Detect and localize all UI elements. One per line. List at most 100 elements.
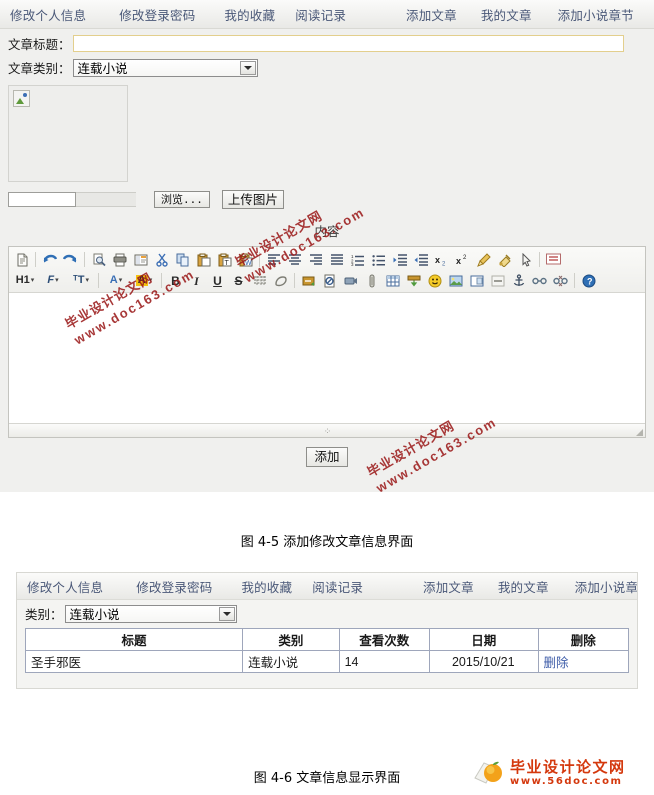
nav-edit-profile[interactable]: 修改个人信息 — [10, 5, 86, 24]
strike-button[interactable]: S — [229, 271, 248, 290]
svg-text:3: 3 — [351, 262, 354, 266]
nav-reading-history[interactable]: 阅读记录 — [312, 577, 363, 596]
editor-content-area[interactable] — [9, 293, 645, 423]
preview-icon[interactable] — [89, 250, 108, 269]
smiley-icon[interactable] — [425, 271, 444, 290]
insert-frame-icon[interactable] — [467, 271, 486, 290]
superscript-icon[interactable]: x2 — [453, 250, 472, 269]
background-color-button[interactable]: A ▾ — [131, 271, 157, 290]
paste-icon[interactable] — [194, 250, 213, 269]
submit-add-button[interactable]: 添加 — [306, 447, 348, 467]
link-icon[interactable] — [530, 271, 549, 290]
font-family-select[interactable]: F ▾ — [40, 271, 66, 290]
align-justify-icon[interactable] — [327, 250, 346, 269]
show-blocks-icon[interactable] — [544, 250, 563, 269]
nav-add-novel-chapter[interactable]: 添加小说章节 — [558, 5, 634, 24]
page-break-icon[interactable] — [320, 271, 339, 290]
insert-media-icon[interactable] — [299, 271, 318, 290]
font-size-select[interactable]: ᵀT ▾ — [68, 271, 94, 290]
editor-toolbar-row-1: T W 123 x2 x2 — [11, 249, 643, 270]
nav-my-articles[interactable]: 我的文章 — [481, 5, 532, 24]
article-title-label: 文章标题： — [8, 38, 71, 52]
browse-button[interactable]: 浏览... — [154, 191, 210, 208]
insert-image-icon[interactable] — [446, 271, 465, 290]
article-category-value: 连载小说 — [77, 62, 128, 76]
align-left-icon[interactable] — [264, 250, 283, 269]
top-navigation-bar: 修改个人信息 修改登录密码 我的收藏 阅读记录 添加文章 我的文章 添加小说章节 — [0, 0, 654, 29]
insert-flash-icon[interactable] — [341, 271, 360, 290]
editor-toolbar: T W 123 x2 x2 H1 ▾ F ▾ ᵀT ▾ A ▾ A ▾ B I … — [9, 247, 645, 293]
nav-change-password[interactable]: 修改登录密码 — [119, 5, 195, 24]
nav-add-novel-chapter[interactable]: 添加小说章节 — [575, 577, 637, 596]
editor-toolbar-row-2: H1 ▾ F ▾ ᵀT ▾ A ▾ A ▾ B I U S ? — [11, 270, 643, 291]
nav-add-article[interactable]: 添加文章 — [406, 5, 457, 24]
print-icon[interactable] — [110, 250, 129, 269]
new-page-icon[interactable] — [12, 250, 31, 269]
cell-category: 连载小说 — [242, 650, 340, 673]
image-upload-row: 浏览... 上传图片 — [0, 190, 654, 209]
file-path-input[interactable] — [8, 192, 76, 207]
upload-image-button[interactable]: 上传图片 — [221, 190, 284, 209]
list-category-label: 类别： — [25, 608, 63, 622]
delete-link[interactable]: 删除 — [544, 656, 569, 670]
nav-my-articles[interactable]: 我的文章 — [498, 577, 549, 596]
format-painter-icon[interactable] — [495, 250, 514, 269]
bold-button[interactable]: B — [166, 271, 185, 290]
article-category-row: 文章类别： 连载小说 — [0, 53, 654, 77]
templates-icon[interactable] — [131, 250, 150, 269]
article-list-screenshot: 修改个人信息 修改登录密码 我的收藏 阅读记录 添加文章 我的文章 添加小说章节… — [16, 572, 638, 689]
chevron-down-icon[interactable] — [218, 606, 235, 621]
insert-table-icon[interactable] — [383, 271, 402, 290]
insert-template-icon[interactable] — [404, 271, 423, 290]
article-category-select[interactable]: 连载小说 — [72, 58, 258, 77]
horizontal-rule-icon[interactable] — [488, 271, 507, 290]
article-title-input[interactable] — [72, 35, 624, 52]
remove-format-icon[interactable] — [474, 250, 493, 269]
nav-my-favorites[interactable]: 我的收藏 — [224, 5, 275, 24]
column-header-delete: 删除 — [537, 628, 630, 651]
numbered-list-icon[interactable]: 123 — [348, 250, 367, 269]
eraser-icon[interactable] — [271, 271, 290, 290]
nav-add-article[interactable]: 添加文章 — [423, 577, 474, 596]
select-all-icon[interactable] — [516, 250, 535, 269]
anchor-icon[interactable] — [509, 271, 528, 290]
logo-url: www.56doc.com — [510, 775, 623, 787]
heading-select[interactable]: H1 ▾ — [12, 271, 38, 290]
help-icon[interactable]: ? — [579, 271, 598, 290]
paste-text-icon[interactable]: T — [215, 250, 234, 269]
underline-button[interactable]: U — [208, 271, 227, 290]
text-color-button[interactable]: A ▾ — [103, 271, 129, 290]
resize-handle[interactable] — [636, 429, 643, 436]
show-grid-icon[interactable] — [250, 271, 269, 290]
separator — [98, 273, 99, 288]
bulleted-list-icon[interactable] — [369, 250, 388, 269]
align-center-icon[interactable] — [285, 250, 304, 269]
align-right-icon[interactable] — [306, 250, 325, 269]
undo-icon[interactable] — [40, 250, 59, 269]
subscript-icon[interactable]: x2 — [432, 250, 451, 269]
table-header-row: 标题 类别 查看次数 日期 删除 — [24, 628, 630, 651]
nav-change-password[interactable]: 修改登录密码 — [136, 577, 212, 596]
nav-reading-history[interactable]: 阅读记录 — [295, 5, 346, 24]
nav-edit-profile[interactable]: 修改个人信息 — [27, 577, 103, 596]
drag-grip-icon[interactable]: ⁘ — [324, 426, 331, 437]
logo-mark-icon — [474, 760, 508, 786]
italic-button[interactable]: I — [187, 271, 206, 290]
add-article-screenshot: 修改个人信息 修改登录密码 我的收藏 阅读记录 添加文章 我的文章 添加小说章节… — [0, 0, 654, 492]
svg-text:W: W — [245, 260, 252, 267]
indent-icon[interactable] — [390, 250, 409, 269]
chevron-down-icon[interactable] — [239, 60, 256, 75]
outdent-icon[interactable] — [411, 250, 430, 269]
unlink-icon[interactable] — [551, 271, 570, 290]
nav-my-favorites[interactable]: 我的收藏 — [241, 577, 292, 596]
list-category-select[interactable]: 连载小说 — [64, 604, 237, 623]
cut-icon[interactable] — [152, 250, 171, 269]
attachment-icon[interactable] — [362, 271, 381, 290]
paste-word-icon[interactable]: W — [236, 250, 255, 269]
editor-resize-footer: ⁘ — [9, 423, 645, 437]
cell-delete: 删除 — [537, 650, 630, 673]
redo-icon[interactable] — [61, 250, 80, 269]
copy-icon[interactable] — [173, 250, 192, 269]
image-preview-box — [8, 85, 128, 182]
content-section-label: 内容 — [314, 225, 340, 239]
